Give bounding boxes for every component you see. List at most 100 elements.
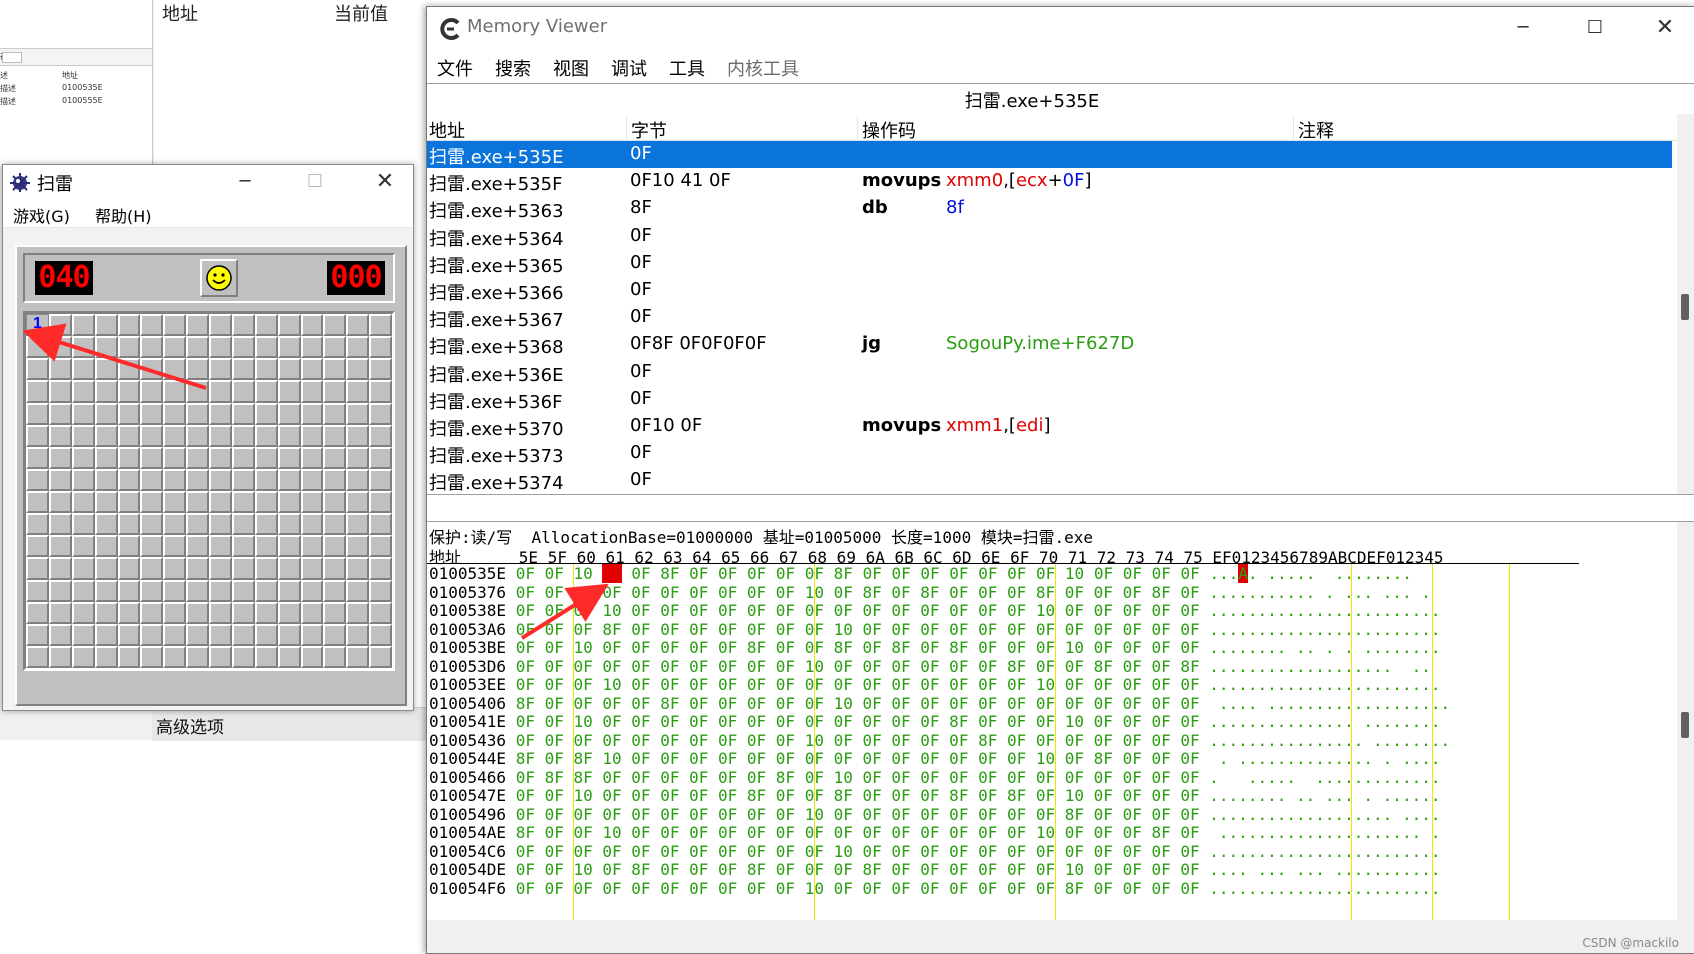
revealed-cell[interactable]: 1 — [26, 314, 49, 337]
grid-cell[interactable] — [186, 424, 209, 447]
grid-cell[interactable] — [140, 380, 164, 403]
grid-cell[interactable] — [369, 601, 392, 624]
grid-cell[interactable] — [300, 645, 324, 668]
grid-cell[interactable] — [26, 623, 49, 646]
grid-cell[interactable] — [300, 314, 324, 337]
grid-cell[interactable] — [277, 535, 301, 558]
grid-cell[interactable] — [231, 314, 255, 337]
grid-cell[interactable] — [277, 601, 301, 624]
grid-cell[interactable] — [48, 402, 72, 425]
grid-cell[interactable] — [163, 336, 187, 359]
grid-cell[interactable] — [369, 380, 392, 403]
grid-cell[interactable] — [48, 645, 72, 668]
grid-cell[interactable] — [369, 314, 392, 337]
pane-splitter[interactable] — [427, 494, 1694, 522]
grid-cell[interactable] — [26, 491, 49, 514]
disassembler-view[interactable]: 地址 字节 操作码 注释 扫雷.exe+535E 0F 扫雷.exe+535F 0F1… — [427, 114, 1677, 494]
grid-cell[interactable] — [117, 557, 141, 580]
grid-cell[interactable] — [346, 336, 370, 359]
memory-viewer-titlebar[interactable]: Memory Viewer ─ ☐ ✕ — [427, 7, 1694, 49]
grid-cell[interactable] — [71, 424, 95, 447]
grid-cell[interactable] — [26, 535, 49, 558]
grid-cell[interactable] — [140, 579, 164, 602]
grid-cell[interactable] — [277, 358, 301, 381]
grid-cell[interactable] — [323, 557, 347, 580]
grid-cell[interactable] — [346, 424, 370, 447]
tiny-input[interactable] — [2, 52, 22, 63]
grid-cell[interactable] — [254, 601, 278, 624]
grid-cell[interactable] — [231, 579, 255, 602]
grid-cell[interactable] — [71, 358, 95, 381]
grid-cell[interactable] — [163, 468, 187, 491]
grid-cell[interactable] — [71, 623, 95, 646]
disasm-row[interactable]: 扫雷.exe+5366 0F — [427, 277, 1672, 304]
grid-cell[interactable] — [231, 336, 255, 359]
disasm-row[interactable]: 扫雷.exe+5368 0F8F 0F0F0F0F jg SogouPy.ime+F6… — [427, 331, 1672, 358]
grid-cell[interactable] — [71, 402, 95, 425]
grid-cell[interactable] — [346, 645, 370, 668]
grid-cell[interactable] — [117, 336, 141, 359]
grid-cell[interactable] — [117, 491, 141, 514]
grid-cell[interactable] — [163, 424, 187, 447]
disasm-row-selected[interactable]: 扫雷.exe+535E 0F — [427, 141, 1672, 168]
grid-cell[interactable] — [209, 513, 232, 536]
column-header-comment[interactable]: 注释 — [1293, 117, 1334, 142]
grid-cell[interactable] — [48, 424, 72, 447]
grid-cell[interactable] — [369, 535, 392, 558]
grid-cell[interactable] — [300, 380, 324, 403]
grid-cell[interactable] — [369, 623, 392, 646]
hex-row[interactable]: 010053D6 0F 0F 0F 0F 0F 0F 0F 0F 0F 0F 1… — [429, 657, 1440, 677]
grid-cell[interactable] — [163, 314, 187, 337]
grid-cell[interactable] — [254, 645, 278, 668]
grid-cell[interactable] — [254, 402, 278, 425]
menu-help[interactable]: 帮助(H) — [95, 203, 152, 227]
grid-cell[interactable] — [94, 358, 118, 381]
grid-cell[interactable] — [346, 358, 370, 381]
grid-cell[interactable] — [117, 601, 141, 624]
grid-cell[interactable] — [186, 623, 209, 646]
grid-cell[interactable] — [186, 358, 209, 381]
grid-cell[interactable] — [300, 601, 324, 624]
grid-cell[interactable] — [300, 491, 324, 514]
grid-cell[interactable] — [346, 535, 370, 558]
grid-cell[interactable] — [163, 623, 187, 646]
disasm-row[interactable]: 扫雷.exe+536F 0F — [427, 386, 1672, 413]
grid-cell[interactable] — [300, 446, 324, 469]
grid-cell[interactable] — [300, 557, 324, 580]
grid-cell[interactable] — [209, 358, 232, 381]
close-button[interactable]: ✕ — [1643, 13, 1687, 43]
grid-cell[interactable] — [117, 424, 141, 447]
grid-cell[interactable] — [209, 402, 232, 425]
hex-row[interactable]: 01005376 0F 0F 0F 0F 0F 0F 0F 0F 0F 0F 1… — [429, 583, 1431, 603]
grid-cell[interactable] — [277, 380, 301, 403]
grid-cell[interactable] — [71, 380, 95, 403]
menu-tools[interactable]: 工具 — [669, 55, 705, 81]
smiley-face-button[interactable] — [200, 259, 238, 297]
grid-cell[interactable] — [186, 491, 209, 514]
grid-cell[interactable] — [163, 358, 187, 381]
grid-cell[interactable] — [254, 623, 278, 646]
grid-cell[interactable] — [26, 557, 49, 580]
grid-cell[interactable] — [163, 446, 187, 469]
grid-cell[interactable] — [254, 336, 278, 359]
grid-cell[interactable] — [323, 402, 347, 425]
disasm-row[interactable]: 扫雷.exe+5370 0F10 0F movups xmm1,[edi] — [427, 413, 1672, 440]
grid-cell[interactable] — [71, 557, 95, 580]
grid-cell[interactable] — [117, 446, 141, 469]
grid-cell[interactable] — [71, 468, 95, 491]
scroll-thumb[interactable] — [1681, 294, 1689, 320]
grid-cell[interactable] — [369, 579, 392, 602]
grid-cell[interactable] — [140, 491, 164, 514]
grid-cell[interactable] — [140, 513, 164, 536]
current-address-bar[interactable]: 扫雷.exe+535E — [427, 83, 1694, 115]
minimize-button[interactable]: ─ — [1501, 13, 1545, 43]
grid-cell[interactable] — [300, 424, 324, 447]
grid-cell[interactable] — [231, 601, 255, 624]
grid-cell[interactable] — [209, 468, 232, 491]
grid-cell[interactable] — [117, 645, 141, 668]
grid-cell[interactable] — [369, 645, 392, 668]
disasm-row[interactable]: 扫雷.exe+5374 0F — [427, 467, 1672, 494]
grid-cell[interactable] — [323, 314, 347, 337]
grid-cell[interactable] — [26, 358, 49, 381]
menu-file[interactable]: 文件 — [437, 55, 473, 81]
